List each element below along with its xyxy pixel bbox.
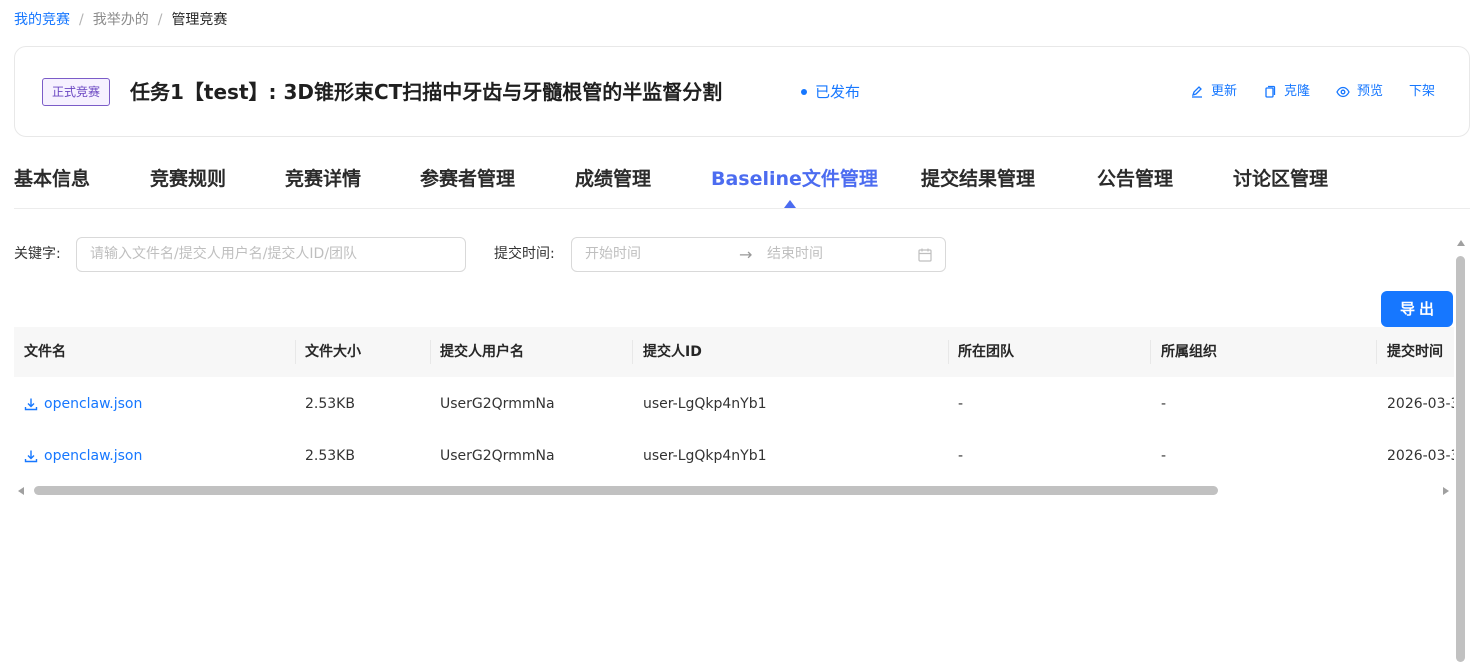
header-actions: 更新 克隆 预览 下架 bbox=[1164, 82, 1435, 102]
status-dot-icon bbox=[801, 89, 807, 95]
clone-label: 克隆 bbox=[1283, 84, 1310, 99]
submit-time: 2026-03-3 bbox=[1387, 396, 1454, 412]
tab-baseline-files[interactable]: Baseline文件管理 bbox=[711, 166, 878, 192]
arrow-right-icon: → bbox=[739, 245, 753, 264]
update-button[interactable]: 更新 bbox=[1190, 82, 1237, 102]
export-button[interactable]: 导出 bbox=[1381, 291, 1453, 327]
breadcrumb-hosted[interactable]: 我举办的 bbox=[93, 10, 149, 30]
submit-time-range-picker[interactable]: 开始时间 → 结束时间 bbox=[571, 237, 946, 272]
column-header-username: 提交人用户名 bbox=[440, 344, 524, 360]
submitter-id: user-LgQkp4nYb1 bbox=[643, 396, 767, 412]
column-divider bbox=[295, 340, 296, 364]
download-icon bbox=[24, 450, 38, 463]
tab-submissions[interactable]: 提交结果管理 bbox=[921, 166, 1035, 192]
offline-button[interactable]: 下架 bbox=[1409, 82, 1435, 102]
horizontal-scroll-thumb[interactable] bbox=[34, 486, 1218, 495]
vertical-scroll-thumb[interactable] bbox=[1456, 256, 1465, 662]
breadcrumb-my-competitions[interactable]: 我的竞赛 bbox=[14, 10, 70, 30]
tab-rules[interactable]: 竞赛规则 bbox=[150, 166, 226, 192]
column-header-user-id: 提交人ID bbox=[643, 344, 702, 360]
file-name: openclaw.json bbox=[44, 448, 143, 464]
table-row: openclaw.json 2.53KB UserG2QrmmNa user-L… bbox=[14, 430, 1454, 482]
column-header-organization: 所属组织 bbox=[1161, 344, 1217, 360]
active-tab-indicator bbox=[784, 200, 796, 208]
column-header-team: 所在团队 bbox=[958, 344, 1014, 360]
submitter-id: user-LgQkp4nYb1 bbox=[643, 448, 767, 464]
submitter-username: UserG2QrmmNa bbox=[440, 396, 555, 412]
competition-title: 任务1【test】: 3D锥形束CT扫描中牙齿与牙髓根管的半监督分割 bbox=[130, 80, 723, 104]
tab-participants[interactable]: 参赛者管理 bbox=[420, 166, 515, 192]
status-badge: 已发布 bbox=[801, 81, 860, 103]
management-tabs: 基本信息 竞赛规则 竞赛详情 参赛者管理 成绩管理 Baseline文件管理 提… bbox=[14, 160, 1470, 209]
breadcrumb-separator: / bbox=[79, 12, 84, 28]
breadcrumb-current: 管理竞赛 bbox=[171, 12, 228, 28]
baseline-files-table: 文件名 文件大小 提交人用户名 提交人ID 所在团队 所属组织 提交时间 ope… bbox=[14, 327, 1454, 487]
competition-type-tag: 正式竞赛 bbox=[42, 78, 111, 106]
column-divider bbox=[632, 340, 633, 364]
keyword-input[interactable]: 请输入文件名/提交人用户名/提交人ID/团队 bbox=[76, 237, 466, 272]
table-header: 文件名 文件大小 提交人用户名 提交人ID 所在团队 所属组织 提交时间 bbox=[14, 327, 1454, 377]
file-size: 2.53KB bbox=[305, 396, 355, 412]
scroll-up-arrow-icon[interactable] bbox=[1457, 240, 1465, 246]
column-divider bbox=[1150, 340, 1151, 364]
copy-icon bbox=[1265, 85, 1276, 98]
download-icon bbox=[24, 398, 38, 411]
column-divider bbox=[1376, 340, 1377, 364]
tab-scores[interactable]: 成绩管理 bbox=[575, 166, 651, 192]
competition-header-card: 正式竞赛 任务1【test】: 3D锥形束CT扫描中牙齿与牙髓根管的半监督分割 … bbox=[14, 46, 1470, 137]
column-divider bbox=[430, 340, 431, 364]
tab-announcements[interactable]: 公告管理 bbox=[1097, 166, 1173, 192]
breadcrumb: 我的竞赛 / 我举办的 / 管理竞赛 bbox=[14, 10, 227, 30]
table-row: openclaw.json 2.53KB UserG2QrmmNa user-L… bbox=[14, 378, 1454, 430]
preview-button[interactable]: 预览 bbox=[1336, 82, 1383, 102]
team: - bbox=[958, 448, 964, 464]
keyword-placeholder: 请输入文件名/提交人用户名/提交人ID/团队 bbox=[90, 246, 358, 262]
table-horizontal-scrollbar[interactable] bbox=[14, 484, 1454, 498]
edit-icon bbox=[1191, 86, 1202, 98]
status-text: 已发布 bbox=[815, 83, 861, 101]
file-name: openclaw.json bbox=[44, 396, 143, 412]
preview-label: 预览 bbox=[1356, 84, 1383, 99]
organization: - bbox=[1161, 396, 1167, 412]
start-time-placeholder[interactable]: 开始时间 bbox=[585, 246, 641, 262]
tab-discussion[interactable]: 讨论区管理 bbox=[1233, 166, 1328, 192]
column-header-submit-time: 提交时间 bbox=[1387, 344, 1443, 360]
column-divider bbox=[948, 340, 949, 364]
eye-icon bbox=[1336, 86, 1350, 98]
clone-button[interactable]: 克隆 bbox=[1263, 82, 1310, 102]
offline-label: 下架 bbox=[1408, 84, 1435, 99]
column-header-filename: 文件名 bbox=[24, 344, 66, 360]
scroll-left-arrow-icon[interactable] bbox=[18, 487, 24, 495]
team: - bbox=[958, 396, 964, 412]
file-download-link[interactable]: openclaw.json bbox=[24, 378, 142, 430]
submit-time-label: 提交时间: bbox=[494, 246, 555, 262]
scroll-right-arrow-icon[interactable] bbox=[1443, 487, 1449, 495]
breadcrumb-separator: / bbox=[157, 12, 163, 28]
submit-time: 2026-03-3 bbox=[1387, 448, 1454, 464]
end-time-placeholder[interactable]: 结束时间 bbox=[767, 238, 823, 271]
page-vertical-scrollbar[interactable] bbox=[1454, 240, 1468, 662]
update-label: 更新 bbox=[1210, 84, 1237, 99]
tab-basic-info[interactable]: 基本信息 bbox=[14, 166, 90, 192]
calendar-icon bbox=[918, 248, 932, 262]
tab-details[interactable]: 竞赛详情 bbox=[285, 166, 361, 192]
column-header-filesize: 文件大小 bbox=[305, 344, 361, 360]
submitter-username: UserG2QrmmNa bbox=[440, 448, 555, 464]
organization: - bbox=[1161, 448, 1167, 464]
keyword-label: 关键字: bbox=[14, 246, 61, 262]
file-download-link[interactable]: openclaw.json bbox=[24, 430, 142, 482]
file-size: 2.53KB bbox=[305, 448, 355, 464]
